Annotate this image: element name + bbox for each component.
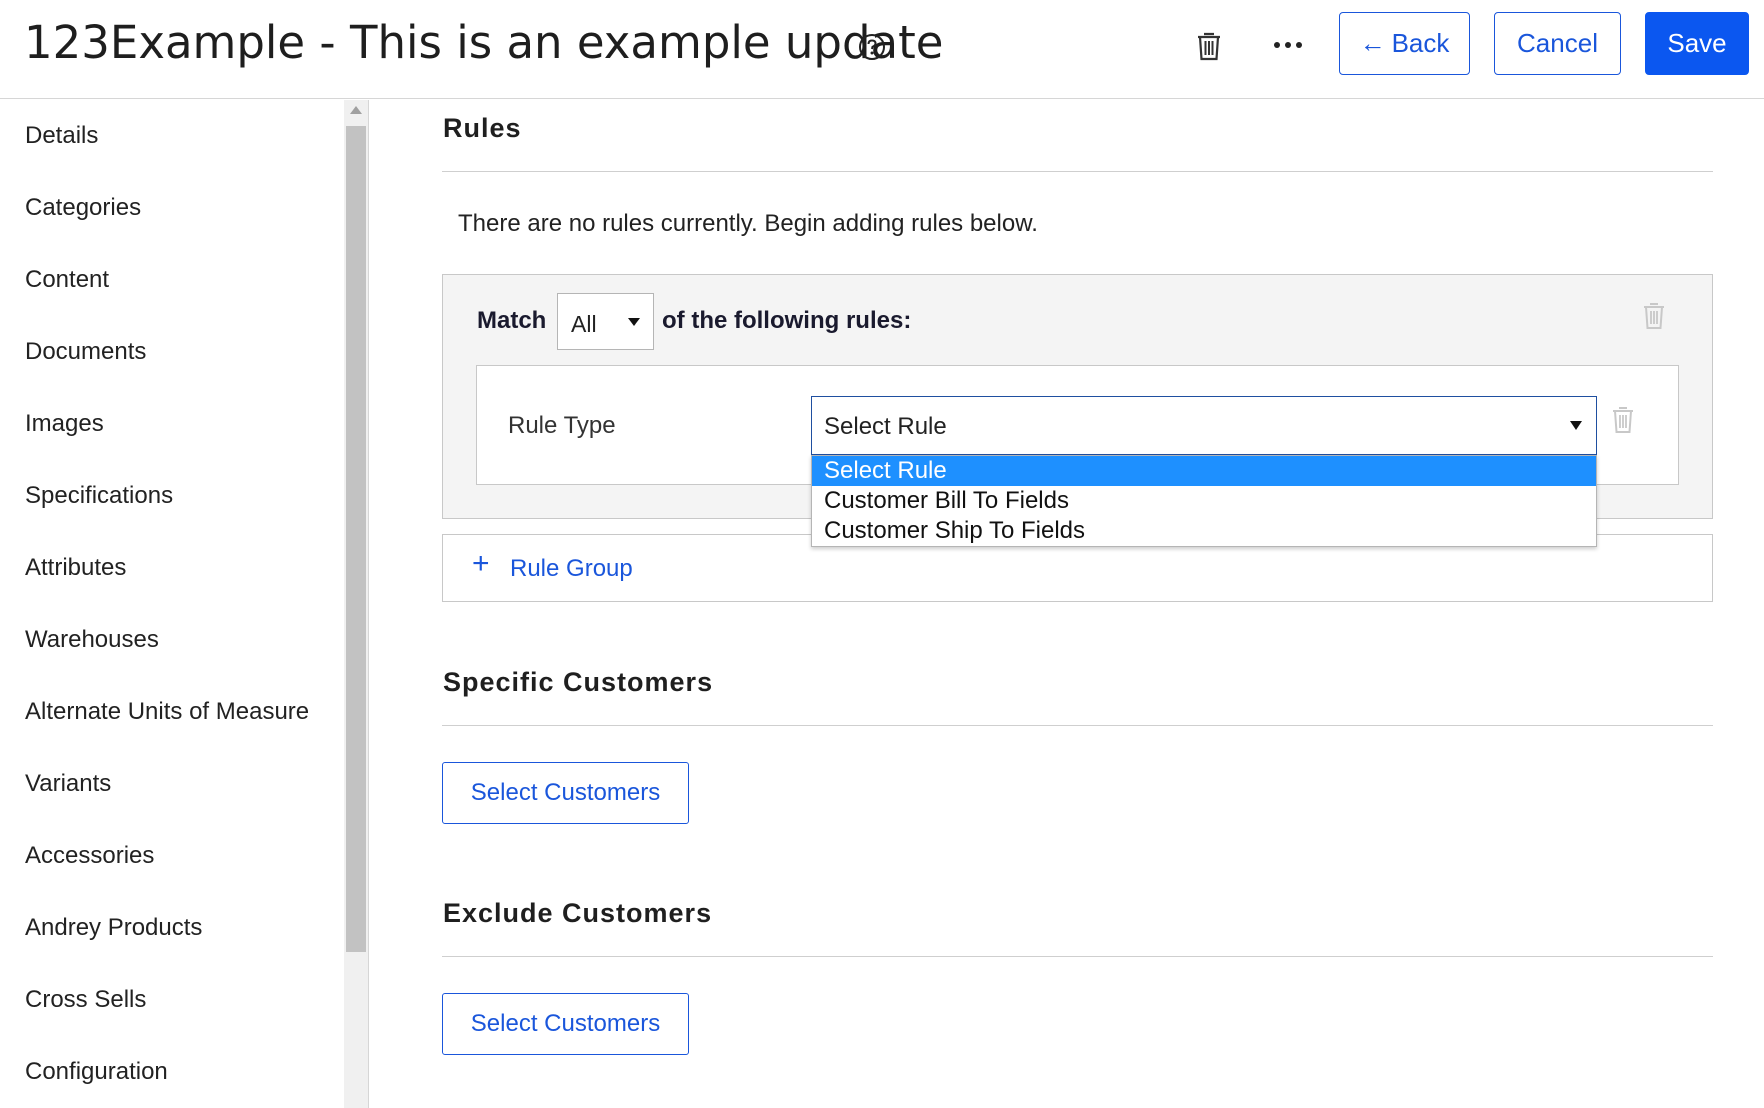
select-specific-customers-button[interactable]: Select Customers xyxy=(442,762,689,824)
select-exclude-customers-button[interactable]: Select Customers xyxy=(442,993,689,1055)
sidebar-item-specifications[interactable]: Specifications xyxy=(25,482,173,510)
exclude-customers-divider xyxy=(442,956,1713,957)
scrollbar-thumb[interactable] xyxy=(346,126,366,952)
sidebar-item-accessories[interactable]: Accessories xyxy=(25,842,154,870)
sidebar-item-content[interactable]: Content xyxy=(25,266,109,294)
sidebar-nav xyxy=(0,100,369,1108)
sidebar-item-configuration[interactable]: Configuration xyxy=(25,1058,168,1086)
rule-type-dropdown: Select Rule Customer Bill To Fields Cust… xyxy=(811,455,1597,547)
sidebar-item-details[interactable]: Details xyxy=(25,122,98,150)
question-circle-icon[interactable] xyxy=(857,32,887,62)
add-rule-group-button[interactable]: Rule Group xyxy=(510,555,633,583)
save-button[interactable]: Save xyxy=(1645,12,1749,75)
match-select[interactable]: All xyxy=(557,293,654,350)
rule-option-bill-to[interactable]: Customer Bill To Fields xyxy=(812,486,1596,516)
delete-rule-icon[interactable] xyxy=(1611,405,1635,435)
sidebar-item-images[interactable]: Images xyxy=(25,410,104,438)
sidebar-item-andrey-products[interactable]: Andrey Products xyxy=(25,914,202,942)
delete-icon[interactable] xyxy=(1195,30,1223,62)
page-header: 123Example - This is an example update ←… xyxy=(0,0,1764,99)
sidebar-item-variants[interactable]: Variants xyxy=(25,770,111,798)
sidebar-scrollbar[interactable] xyxy=(344,100,368,1108)
rules-section-title: Rules xyxy=(443,113,522,143)
caret-down-icon xyxy=(1570,421,1582,430)
rule-type-select[interactable]: Select Rule xyxy=(811,396,1597,455)
back-button-label: Back xyxy=(1391,28,1450,58)
sidebar-item-warehouses[interactable]: Warehouses xyxy=(25,626,159,654)
arrow-left-icon: ← xyxy=(1359,28,1386,58)
exclude-customers-title: Exclude Customers xyxy=(443,898,713,928)
back-button[interactable]: ← Back xyxy=(1339,12,1470,75)
specific-customers-divider xyxy=(442,725,1713,726)
page-title: 123Example - This is an example update xyxy=(24,16,944,69)
sidebar-item-attributes[interactable]: Attributes xyxy=(25,554,126,582)
caret-down-icon xyxy=(628,318,640,326)
rule-type-label: Rule Type xyxy=(508,412,616,439)
match-select-value: All xyxy=(571,311,597,337)
specific-customers-title: Specific Customers xyxy=(443,667,714,697)
empty-rules-message: There are no rules currently. Begin addi… xyxy=(458,210,1038,237)
following-rules-label: of the following rules: xyxy=(662,307,912,334)
match-label: Match xyxy=(477,307,547,334)
plus-icon[interactable]: + xyxy=(472,549,490,579)
sidebar-item-alternate-units[interactable]: Alternate Units of Measure xyxy=(25,698,309,726)
rule-select-value: Select Rule xyxy=(824,413,947,440)
sidebar-item-documents[interactable]: Documents xyxy=(25,338,146,366)
sidebar-item-categories[interactable]: Categories xyxy=(25,194,141,222)
rule-option-ship-to[interactable]: Customer Ship To Fields xyxy=(812,516,1596,546)
delete-group-icon[interactable] xyxy=(1642,301,1666,331)
more-options-icon[interactable] xyxy=(1272,38,1304,52)
rules-divider xyxy=(442,171,1713,172)
scroll-up-arrow-icon[interactable] xyxy=(350,106,362,114)
rule-option-select-rule[interactable]: Select Rule xyxy=(812,456,1596,486)
sidebar-item-cross-sells[interactable]: Cross Sells xyxy=(25,986,146,1014)
cancel-button[interactable]: Cancel xyxy=(1494,12,1621,75)
